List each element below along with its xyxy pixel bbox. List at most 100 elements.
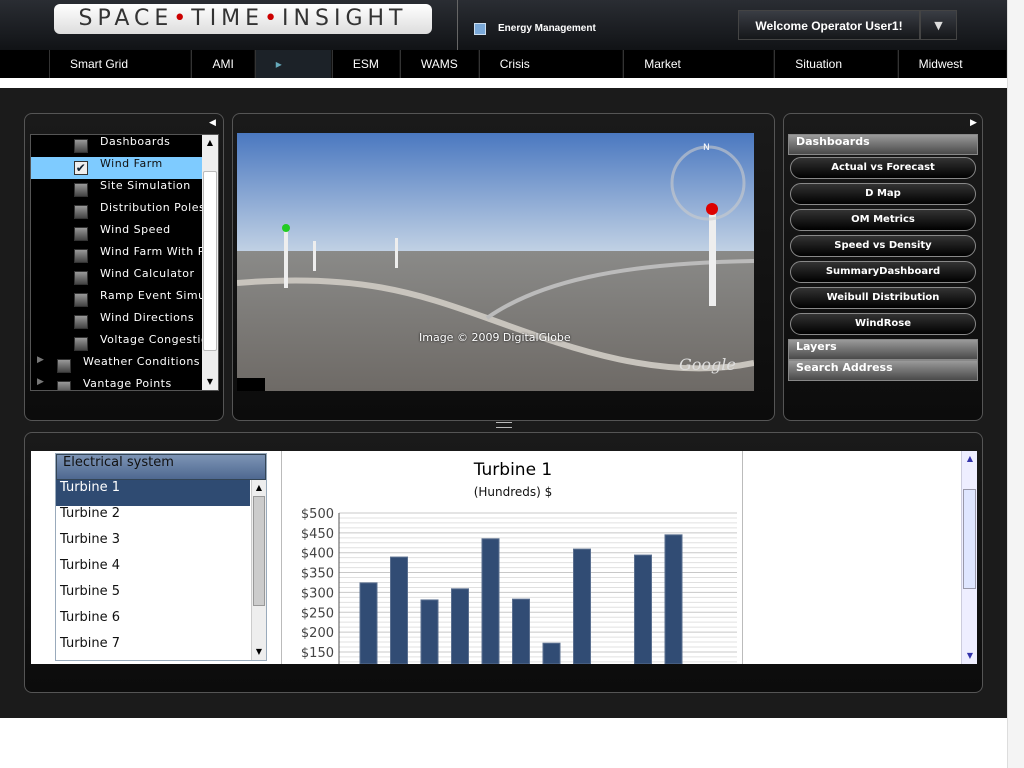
nav-tab-situation-room[interactable]: Situation Room	[774, 50, 898, 99]
logo: SPACE•TIME•INSIGHT	[54, 4, 432, 34]
layer-group[interactable]: ▶ Vantage Points	[31, 377, 203, 390]
dashboard-button[interactable]: WindRose	[790, 313, 976, 335]
dashboards-header[interactable]: Dashboards	[788, 134, 978, 155]
layer-item[interactable]: Ramp Event Simul	[31, 289, 203, 311]
layer-group[interactable]: ▶ Weather Conditions	[31, 355, 203, 377]
list-scrollbar[interactable]: ▲ ▼	[251, 480, 266, 660]
layer-item[interactable]: Wind Directions	[31, 311, 203, 333]
divider	[457, 0, 458, 50]
bar[interactable]	[664, 534, 683, 664]
page-scrollbar[interactable]	[1007, 0, 1024, 768]
tree-scrollbar[interactable]: ▲ ▼	[202, 135, 218, 390]
scroll-thumb[interactable]	[203, 171, 217, 351]
layer-item[interactable]: ✔ Wind Farm	[31, 157, 203, 179]
layer-item[interactable]: Wind Calculator	[31, 267, 203, 289]
electrical-system-list: Electrical system Turbine 1 Turbine 2 Turb…	[55, 453, 267, 661]
scroll-thumb[interactable]	[963, 489, 976, 589]
checkbox[interactable]	[57, 381, 71, 390]
bar[interactable]	[542, 642, 561, 664]
nav-tab-crisis-management[interactable]: Crisis Management	[478, 50, 624, 99]
dashboard-button[interactable]: OM Metrics	[790, 209, 976, 231]
y-tick-label: $150	[301, 646, 334, 661]
nav-tab-ami[interactable]: AMI	[191, 50, 255, 78]
turbine-item[interactable]: Turbine 3	[56, 532, 250, 558]
y-tick-label: $250	[301, 606, 334, 621]
checkbox[interactable]	[74, 271, 88, 285]
collapse-right-icon[interactable]: ▶	[970, 118, 977, 128]
layer-tree: Dashboards ✔ Wind Farm Site Simulation Distr…	[30, 134, 219, 391]
turbine-item[interactable]: Turbine 6	[56, 610, 250, 636]
dashboard-button[interactable]: Actual vs Forecast	[790, 157, 976, 179]
turbine-item[interactable]: Turbine 4	[56, 558, 250, 584]
nav-tab-eam[interactable]: EAM	[254, 50, 332, 99]
scroll-up-icon[interactable]: ▲	[252, 480, 266, 496]
expand-icon[interactable]: ▶	[37, 377, 44, 387]
checkbox[interactable]	[74, 205, 88, 219]
checkbox[interactable]	[74, 227, 88, 241]
dashboard-button[interactable]: D Map	[790, 183, 976, 205]
checked-checkbox[interactable]: ✔	[74, 161, 88, 175]
scroll-up-icon[interactable]: ▲	[962, 451, 977, 467]
checkbox[interactable]	[74, 293, 88, 307]
scroll-thumb[interactable]	[253, 496, 265, 606]
map-copyright: Image © 2009 DigitalGlobe	[419, 331, 571, 344]
nav-tab-smart-grid-cockpit[interactable]: Smart Grid Cockpit	[49, 50, 192, 99]
nav-tab-midwest-iso[interactable]: Midwest ISO	[897, 50, 1008, 99]
bar[interactable]	[420, 599, 439, 664]
nav-tab-market-management[interactable]: Market Management	[623, 50, 775, 99]
turbine-item[interactable]: Turbine 5	[56, 584, 250, 610]
expand-icon[interactable]: ▶	[37, 355, 44, 365]
scroll-up-icon[interactable]: ▲	[202, 135, 218, 151]
checkbox[interactable]	[74, 315, 88, 329]
checkbox[interactable]	[74, 183, 88, 197]
welcome-button[interactable]: Welcome Operator User1!	[738, 10, 920, 40]
checkbox[interactable]	[74, 249, 88, 263]
search-address-header[interactable]: Search Address	[788, 360, 978, 381]
scroll-down-icon[interactable]: ▼	[962, 648, 977, 664]
splitter-handle[interactable]	[496, 422, 512, 428]
layer-label: Site Simulation	[100, 179, 191, 192]
turbine-item[interactable]: Turbine 1	[56, 480, 250, 506]
bar[interactable]	[634, 554, 652, 664]
nav-tab-wams[interactable]: WAMS	[399, 50, 479, 78]
layer-item[interactable]: Distribution Poles	[31, 201, 203, 223]
y-tick-label: $350	[301, 567, 334, 582]
checkbox[interactable]	[57, 359, 71, 373]
group-label: Vantage Points	[83, 377, 172, 390]
bottom-panel: Electrical system Turbine 1 Turbine 2 Turb…	[24, 432, 983, 693]
layer-item[interactable]: Wind Speed	[31, 223, 203, 245]
bar[interactable]	[451, 588, 469, 664]
electrical-system-header: Electrical system	[56, 454, 266, 480]
bar[interactable]	[481, 538, 500, 664]
turbine-item[interactable]: Turbine 2	[56, 506, 250, 532]
nav-tab-esm[interactable]: ESM	[331, 50, 400, 78]
y-tick-label: $200	[301, 626, 334, 641]
dashboard-button[interactable]: Weibull Distribution	[790, 287, 976, 309]
dashboards-panel: ▶ Dashboards Actual vs Forecast D Map OM M…	[783, 113, 983, 421]
layer-label: Wind Directions	[100, 311, 195, 324]
energy-management-icon	[474, 23, 486, 35]
layer-item[interactable]: Voltage Congestio	[31, 333, 203, 355]
checkbox[interactable]	[74, 337, 88, 351]
layer-item[interactable]: Site Simulation	[31, 179, 203, 201]
bar[interactable]	[390, 556, 408, 664]
bar[interactable]	[573, 548, 591, 664]
turbine-item[interactable]: Turbine 7	[56, 636, 250, 662]
checkbox[interactable]	[74, 139, 88, 153]
collapse-left-icon[interactable]: ◀	[209, 118, 216, 128]
dashboard-button[interactable]: Speed vs Density	[790, 235, 976, 257]
main-nav: Smart Grid CockpitAMIEAMESMWAMSCrisis Ma…	[0, 50, 1008, 99]
layer-item[interactable]: Wind Farm With P	[31, 245, 203, 267]
group-label: Weather Conditions	[83, 355, 201, 368]
bar[interactable]	[512, 598, 530, 664]
turbine-chart: Turbine 1 (Hundreds) $ $500 $450 $400 $350 $30…	[281, 451, 743, 664]
chevron-down-icon[interactable]: ▼	[920, 10, 957, 40]
bar[interactable]	[359, 582, 378, 664]
layer-item[interactable]: Dashboards	[31, 135, 203, 157]
map-view[interactable]: N Image © 2009 DigitalGlobe Google	[237, 133, 754, 391]
chart-scrollbar[interactable]: ▲ ▼	[961, 451, 977, 664]
scroll-down-icon[interactable]: ▼	[202, 374, 218, 390]
scroll-down-icon[interactable]: ▼	[252, 644, 266, 660]
dashboard-button[interactable]: SummaryDashboard	[790, 261, 976, 283]
layers-header[interactable]: Layers	[788, 339, 978, 360]
